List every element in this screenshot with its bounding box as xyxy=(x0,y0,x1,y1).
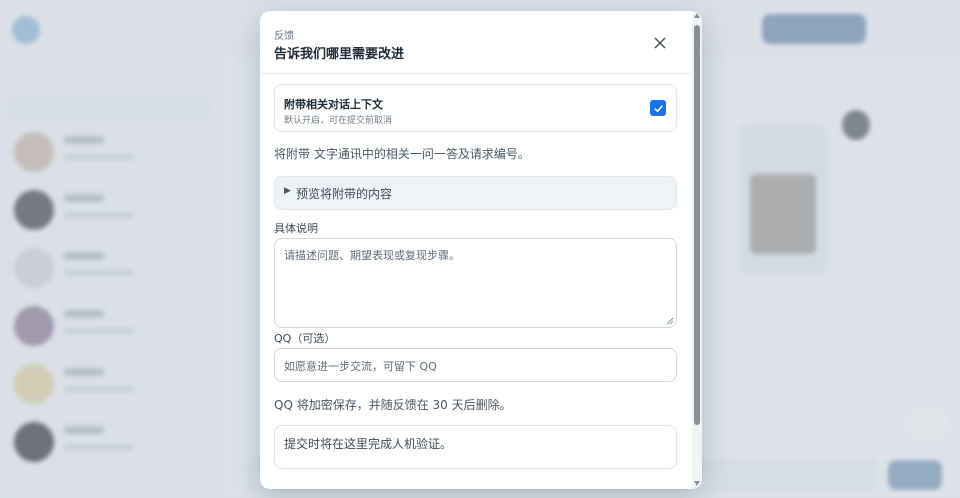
attach-context-sublabel: 默认开启，可在提交前取消 xyxy=(284,116,393,126)
details-placeholder: 请描述问题、期望表现或复现步骤。 xyxy=(284,249,460,262)
checkmark-icon xyxy=(653,104,663,112)
attach-context-label: 附带相关对话上下文 xyxy=(284,98,383,111)
privacy-note: QQ 将加密保存，并随反馈在 30 天后删除。 xyxy=(274,398,512,412)
feedback-modal: 反馈 告诉我们哪里需要改进 附带相关对话上下文 默认开启，可在提交前取消 将附带… xyxy=(260,11,702,489)
qq-placeholder: 如愿意进一步交流，可留下 QQ xyxy=(284,360,437,373)
close-icon xyxy=(654,37,666,49)
preview-label: 预览将附带的内容 xyxy=(296,187,393,201)
disclosure-triangle-icon: ▶ xyxy=(284,186,291,196)
details-label: 具体说明 xyxy=(274,222,318,235)
details-textarea[interactable]: 请描述问题、期望表现或复现步骤。 xyxy=(274,238,677,328)
resize-handle-icon[interactable] xyxy=(666,317,674,325)
modal-scrollbar[interactable] xyxy=(692,11,702,489)
close-button[interactable] xyxy=(648,31,672,55)
qq-label: QQ（可选） xyxy=(274,332,336,345)
modal-kicker: 反馈 xyxy=(274,31,294,42)
preview-attachment-toggle[interactable]: ▶ 预览将附带的内容 xyxy=(274,176,677,210)
attach-context-checkbox[interactable] xyxy=(650,100,666,116)
qq-input[interactable]: 如愿意进一步交流，可留下 QQ xyxy=(274,348,677,382)
captcha-area[interactable]: 提交时将在这里完成人机验证。 xyxy=(274,425,677,469)
scroll-up-icon[interactable] xyxy=(694,13,700,18)
attach-context-option[interactable]: 附带相关对话上下文 默认开启，可在提交前取消 xyxy=(274,84,677,132)
modal-header: 反馈 告诉我们哪里需要改进 xyxy=(260,11,692,74)
scroll-down-icon[interactable] xyxy=(694,481,700,486)
attach-description: 将附带 文字通讯中的相关一问一答及请求编号。 xyxy=(274,147,530,161)
modal-title: 告诉我们哪里需要改进 xyxy=(274,47,405,62)
scroll-thumb[interactable] xyxy=(694,25,700,425)
captcha-text: 提交时将在这里完成人机验证。 xyxy=(284,437,453,451)
